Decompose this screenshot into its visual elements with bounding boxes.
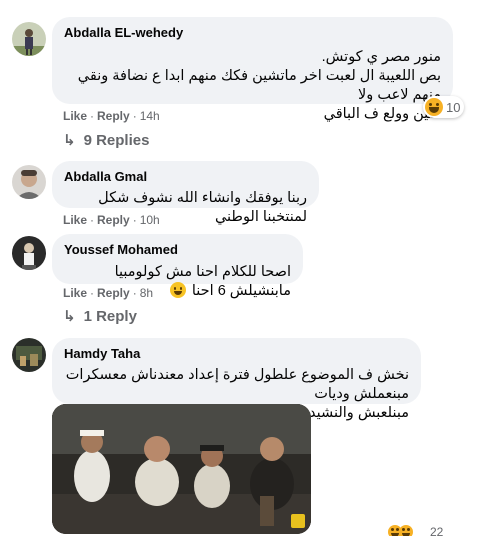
reply-button[interactable]: Reply <box>97 109 130 123</box>
comment-actions: Like · Reply · 14h <box>63 109 160 123</box>
reply-arrow-icon: ↳ <box>63 132 76 149</box>
comment-author[interactable]: Youssef Mohamed <box>64 242 291 258</box>
timestamp[interactable]: 14h <box>140 109 160 123</box>
like-button[interactable]: Like <box>63 286 87 300</box>
reaction-count-text: 22 <box>430 525 444 536</box>
avatar[interactable] <box>12 22 46 56</box>
laughing-emoji-icon <box>425 98 443 116</box>
comment-actions: Like · Reply · 10h <box>63 213 160 227</box>
comment-author[interactable]: Abdalla EL-wehedy <box>64 25 441 41</box>
avatar[interactable] <box>12 236 46 270</box>
replies-label: 9 Replies <box>83 132 150 149</box>
reaction-count-text: 10 <box>446 99 461 115</box>
view-replies-button[interactable]: ↳ 9 Replies <box>63 131 149 149</box>
avatar[interactable] <box>12 338 46 372</box>
reply-button[interactable]: Reply <box>97 213 130 227</box>
like-button[interactable]: Like <box>63 213 87 227</box>
comment-bubble: Youssef Mohamed اصحا للكلام احنا مش كولو… <box>52 234 303 299</box>
timestamp[interactable]: 10h <box>140 213 160 227</box>
comment-line: نخش ف الموضوع علطول فترة إعداد معندناش م… <box>65 367 409 402</box>
comment-bubble: Hamdy Taha نخش ف الموضوع علطول فترة إعدا… <box>52 338 421 421</box>
smiling-emoji-icon <box>169 282 186 298</box>
comment-author[interactable]: Hamdy Taha <box>64 346 409 362</box>
replies-label: 1 Reply <box>83 308 137 325</box>
comment-line: منور مصر ي كوتش. <box>321 49 441 65</box>
comment-image[interactable] <box>52 404 311 534</box>
like-button[interactable]: Like <box>63 109 87 123</box>
reaction-count[interactable]: 22 <box>388 524 443 536</box>
view-replies-button[interactable]: ↳ 1 Reply <box>63 307 137 325</box>
reply-arrow-icon: ↳ <box>63 308 76 325</box>
reply-button[interactable]: Reply <box>97 286 130 300</box>
avatar[interactable] <box>12 165 46 199</box>
comment-bubble: Abdalla Gmal ربنا يوفقك وانشاء الله نشوف… <box>52 161 319 225</box>
smiling-emoji-icon <box>399 525 413 536</box>
comment-bubble: Abdalla EL-wehedy منور مصر ي كوتش. بص ال… <box>52 17 453 122</box>
reaction-count[interactable]: 10 <box>423 96 465 118</box>
comment-author[interactable]: Abdalla Gmal <box>64 169 307 185</box>
media-badge-icon <box>291 514 305 528</box>
timestamp[interactable]: 8h <box>140 286 153 300</box>
comment-actions: Like · Reply · 8h <box>63 286 154 300</box>
comment-line: بص اللعيبة ال لعبت اخر ماتشين فكك منهم ا… <box>77 68 441 103</box>
